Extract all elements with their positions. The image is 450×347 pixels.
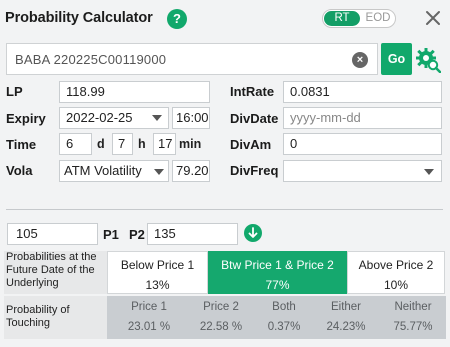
divam-label: DivAm [230,137,272,152]
touch-price-1-value: 23.01 % [127,321,171,333]
time-days-unit: d [97,137,105,151]
divdate-field[interactable]: yyyy-mm-dd [283,107,442,129]
time-minutes-field[interactable]: 17 [153,133,176,155]
clear-icon[interactable]: × [352,52,368,68]
expiry-label: Expiry [6,111,46,126]
vola-label: Vola [6,163,33,178]
probability-calculator-window: Probability Calculator ? RT EOD BABA 220… [0,0,450,347]
vola-mode-value: ATM Volatility [64,163,142,178]
between-prices-value: 77% [265,278,290,292]
chevron-down-icon [154,169,164,175]
time-hours-field[interactable]: 7 [112,133,133,155]
below-price-1-cell: Below Price 1 13% [107,251,208,294]
touching-row-label: Probability of Touching [6,304,70,329]
chevron-down-icon [152,115,162,121]
above-price-2-header: Above Price 2 [358,258,434,272]
touch-price-2-cell: Price 2 22.58 % [186,296,256,339]
section-divider [6,209,443,210]
vola-value-field[interactable]: 79.20 [172,160,210,182]
below-price-1-value: 13% [145,278,170,292]
touch-neither-cell: Neither 75.77% [380,296,446,339]
price-2-label: P2 [129,227,145,242]
future-row-label: Probabilities at the Future Date of the … [6,251,97,289]
touch-either-cell: Either 24.23% [313,296,379,339]
touch-both-value: 0.37% [267,321,301,333]
vola-mode-select[interactable]: ATM Volatility [59,160,169,182]
help-icon[interactable]: ? [167,9,187,29]
expiry-date-select[interactable]: 2022-02-25 [59,107,169,129]
touch-either-value: 24.23% [326,321,366,333]
touching-row-header: Probability of Touching [4,296,117,339]
divdate-label: DivDate [230,111,279,126]
touch-price-1-cell: Price 1 23.01 % [115,296,183,339]
divfreq-select[interactable] [283,160,442,182]
price-1-label: P1 [103,227,119,242]
below-price-1-header: Below Price 1 [120,258,195,272]
arrow-down-circle-icon[interactable] [244,224,262,242]
header-bar: Probability Calculator ? RT EOD [0,0,450,38]
lp-label: LP [6,84,23,99]
time-minutes-unit: min [179,137,202,151]
above-price-2-value: 10% [383,278,409,292]
intrate-field[interactable]: 0.0831 [283,81,442,103]
mode-rt-option[interactable]: RT [324,11,360,26]
expiry-date-value: 2022-02-25 [66,110,133,125]
touch-both-header: Both [272,301,296,313]
between-prices-header: Btw Price 1 & Price 2 [221,258,334,272]
price-2-field[interactable]: 135 [147,223,238,245]
mode-eod-option[interactable]: EOD [362,11,394,26]
future-row-header: Probabilities at the Future Date of the … [4,251,117,294]
divfreq-label: DivFreq [230,163,279,178]
touch-price-1-header: Price 1 [131,301,167,313]
page-title: Probability Calculator [5,10,153,26]
time-label: Time [6,137,37,152]
price-1-field[interactable]: 105 [7,223,98,245]
close-icon[interactable] [423,8,443,28]
above-price-2-cell: Above Price 2 10% [347,251,445,294]
intrate-label: IntRate [230,84,275,99]
touch-both-cell: Both 0.37% [259,296,309,339]
time-hours-unit: h [138,137,146,151]
touch-price-2-header: Price 2 [203,301,239,313]
symbol-search-input[interactable]: BABA 220225C00119000 × [6,43,378,75]
touch-neither-header: Neither [394,301,432,313]
between-prices-cell: Btw Price 1 & Price 2 77% [208,251,347,294]
chevron-down-icon [424,169,434,175]
expiry-time-field[interactable]: 16:00 [172,107,210,129]
touch-neither-value: 75.77% [393,321,433,333]
lp-field[interactable]: 118.99 [59,81,210,103]
touch-price-2-value: 22.58 % [199,321,243,333]
mode-toggle[interactable]: RT EOD [322,9,396,28]
gear-search-icon[interactable] [415,47,442,74]
touch-either-header: Either [330,301,362,313]
time-days-field[interactable]: 6 [59,133,92,155]
symbol-search-value: BABA 220225C00119000 [15,52,167,67]
divam-field[interactable]: 0 [283,133,442,155]
go-button[interactable]: Go [381,43,412,75]
